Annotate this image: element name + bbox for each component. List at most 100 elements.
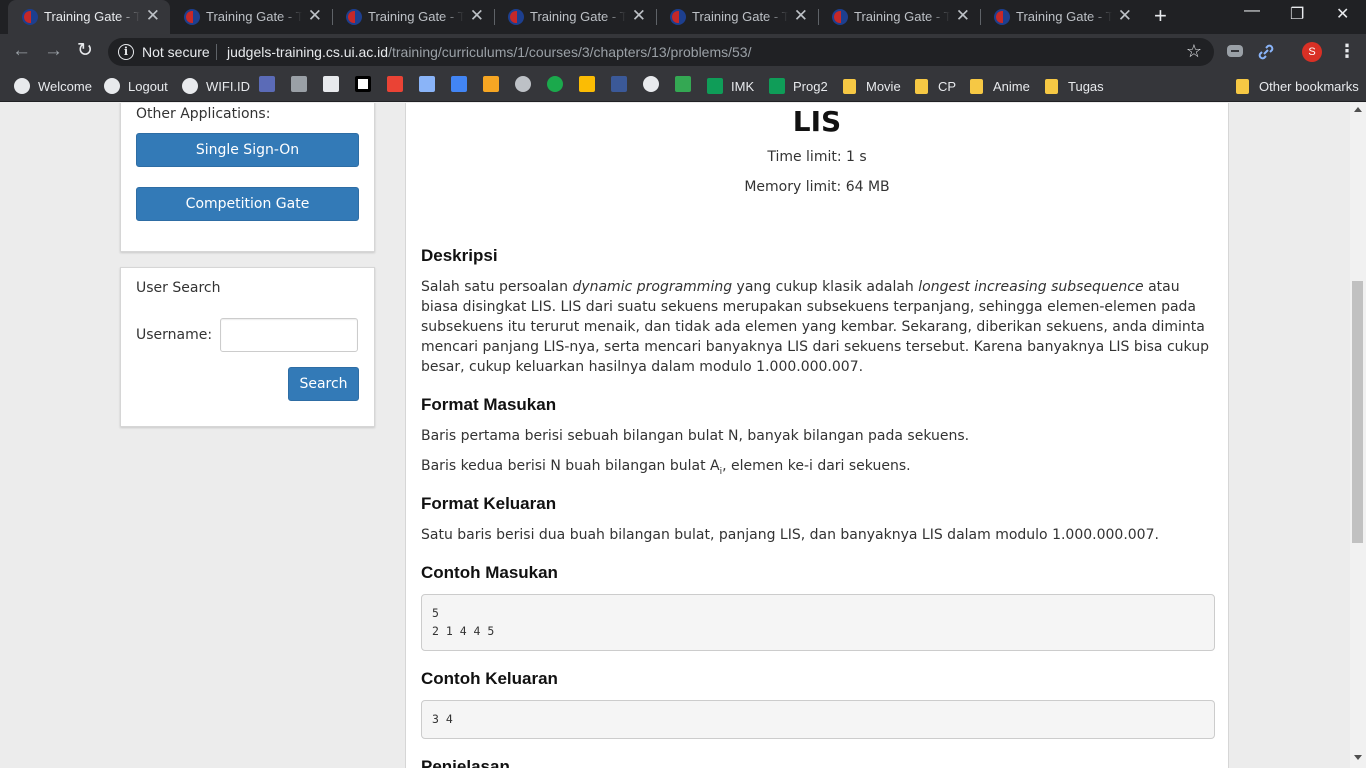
tab-title: Training Gate - Tra [530, 9, 626, 24]
minimize-icon[interactable]: — [1244, 2, 1260, 20]
back-icon[interactable]: ← [12, 40, 31, 62]
medium-bookmark-icon[interactable] [355, 76, 371, 92]
scroll-down-arrow-icon[interactable] [1354, 755, 1362, 760]
tab-title: Training Gate - Tra [44, 9, 140, 24]
bookmark-imk[interactable]: IMK [707, 70, 754, 102]
other-bookmarks[interactable]: Other bookmarks [1236, 70, 1359, 102]
facebook-bookmark-icon[interactable] [611, 76, 627, 92]
tab-title: Training Gate - Tra [692, 9, 788, 24]
bookmark-label: Anime [993, 78, 1030, 94]
sample-input-heading: Contoh Masukan [421, 563, 558, 582]
folder-icon [1045, 78, 1058, 94]
new-tab-button[interactable]: + [1154, 5, 1167, 27]
close-tab-icon[interactable]: ✕ [1118, 7, 1132, 25]
bookmark-prog2[interactable]: Prog2 [769, 70, 828, 102]
bookmark-folder-anime[interactable]: Anime [970, 70, 1030, 102]
gmail-bookmark-icon[interactable] [387, 76, 403, 92]
link-extension-icon[interactable] [1257, 43, 1275, 61]
username-label: Username: [136, 327, 213, 343]
bookmark-label: Logout [128, 78, 168, 94]
tab-title: Training Gate - Tra [854, 9, 950, 24]
bookmark-label: Welcome [38, 78, 92, 94]
menu-kebab-icon[interactable]: ⋮ [1338, 41, 1356, 61]
profile-avatar[interactable]: S [1302, 42, 1322, 62]
tab-title: Training Gate - Tra [206, 9, 302, 24]
input-format-part: Baris kedua berisi N buah bilangan bulat… [421, 458, 720, 474]
close-tab-icon[interactable]: ✕ [146, 7, 160, 25]
globe-icon [104, 78, 120, 94]
bookmark-star-icon[interactable]: ☆ [1186, 41, 1202, 62]
url-text[interactable]: judgels-training.cs.ui.ac.id/training/cu… [227, 44, 752, 60]
sample-output-block: 3 4 [421, 700, 1215, 739]
bookmark-label: Movie [866, 78, 901, 94]
trophy-bookmark-icon[interactable] [579, 76, 595, 92]
folder-icon [843, 78, 856, 94]
forward-icon[interactable]: → [44, 40, 63, 62]
bookmark-label: CP [938, 78, 957, 94]
training-gate-favicon-icon [346, 9, 362, 25]
page-viewport: Other Applications: Single Sign-On Compe… [0, 103, 1350, 768]
page-scrollbar[interactable] [1350, 103, 1366, 768]
user-search-title: User Search [136, 280, 221, 296]
close-tab-icon[interactable]: ✕ [956, 7, 970, 25]
bookmark-folder-cp[interactable]: CP [915, 70, 956, 102]
bookmark-folder-movie[interactable]: Movie [843, 70, 901, 102]
input-format-line-2: Baris kedua berisi N buah bilangan bulat… [421, 456, 1216, 482]
code-bookmark-icon[interactable] [675, 76, 691, 92]
bookmark-welcome[interactable]: Welcome [14, 70, 92, 102]
del-bookmark-icon[interactable] [259, 76, 275, 92]
reload-icon[interactable]: ↻ [77, 40, 93, 62]
chart-bookmark-icon[interactable] [451, 76, 467, 92]
close-tab-icon[interactable]: ✕ [794, 7, 808, 25]
training-gate-favicon-icon [22, 9, 38, 25]
input-format-line-1: Baris pertama berisi sebuah bilangan bul… [421, 428, 970, 444]
info-icon[interactable]: i [118, 44, 134, 60]
description-emphasis: dynamic programming [572, 279, 733, 295]
document-bookmark-icon[interactable] [291, 76, 307, 92]
bookmarks-bar: Welcome Logout WIFI.ID IMK Prog2 Movie C… [0, 70, 1366, 102]
browser-tab[interactable]: Training Gate - Tra ✕ [980, 0, 1142, 34]
9gag-bookmark-icon[interactable] [643, 76, 659, 92]
sample-output-heading: Contoh Keluaran [421, 669, 558, 688]
scroll-up-arrow-icon[interactable] [1354, 107, 1362, 112]
chat-extension-icon[interactable] [1226, 43, 1244, 61]
gamepad-bookmark-icon[interactable] [515, 76, 531, 92]
puzzle-bookmark-icon[interactable] [483, 76, 499, 92]
window-close-icon[interactable]: ✕ [1336, 4, 1349, 24]
close-tab-icon[interactable]: ✕ [308, 7, 322, 25]
explanation-heading: Penjelasan [421, 757, 510, 768]
bookmark-folder-tugas[interactable]: Tugas [1045, 70, 1104, 102]
url-path: /training/curriculums/1/courses/3/chapte… [388, 44, 752, 60]
browser-tab[interactable]: Training Gate - Tra ✕ [656, 0, 818, 34]
browser-tab[interactable]: Training Gate - Tra ✕ [818, 0, 980, 34]
browser-tab[interactable]: Training Gate - Tra ✕ [332, 0, 494, 34]
description-part: yang cukup klasik adalah [732, 279, 919, 295]
browser-tab[interactable]: Training Gate - Tra ✕ [494, 0, 656, 34]
address-bar[interactable]: i Not secure judgels-training.cs.ui.ac.i… [108, 38, 1214, 66]
folder-icon [970, 78, 983, 94]
other-applications-label: Other Applications: [136, 106, 271, 122]
browser-tab[interactable]: Training Gate - Tra ✕ [170, 0, 332, 34]
close-tab-icon[interactable]: ✕ [632, 7, 646, 25]
bookmark-wifi[interactable]: WIFI.ID [182, 70, 250, 102]
input-format-heading: Format Masukan [421, 395, 557, 414]
restore-icon[interactable]: ❐ [1290, 4, 1304, 24]
sheets-icon [707, 78, 723, 94]
bookmark-label: WIFI.ID [206, 78, 251, 94]
description-part: Salah satu persoalan [421, 279, 573, 295]
close-tab-icon[interactable]: ✕ [470, 7, 484, 25]
security-status: Not secure [142, 44, 210, 60]
username-input[interactable] [220, 318, 358, 352]
scrollbar-thumb[interactable] [1352, 281, 1363, 543]
tab-strip: Training Gate - Tra ✕ Training Gate - Tr… [0, 0, 1366, 34]
search-button[interactable]: Search [288, 367, 359, 401]
single-sign-on-button[interactable]: Single Sign-On [136, 133, 359, 167]
bookmark-logout[interactable]: Logout [104, 70, 168, 102]
browser-tab-active[interactable]: Training Gate - Tra ✕ [8, 0, 170, 34]
competition-gate-button[interactable]: Competition Gate [136, 187, 359, 221]
hackerrank-bookmark-icon[interactable] [547, 76, 563, 92]
description-emphasis: longest increasing subsequence [918, 279, 1144, 295]
fn-bookmark-icon[interactable] [323, 76, 339, 92]
codeforces-bookmark-icon[interactable] [419, 76, 435, 92]
url-host: judgels-training.cs.ui.ac.id [227, 44, 389, 60]
